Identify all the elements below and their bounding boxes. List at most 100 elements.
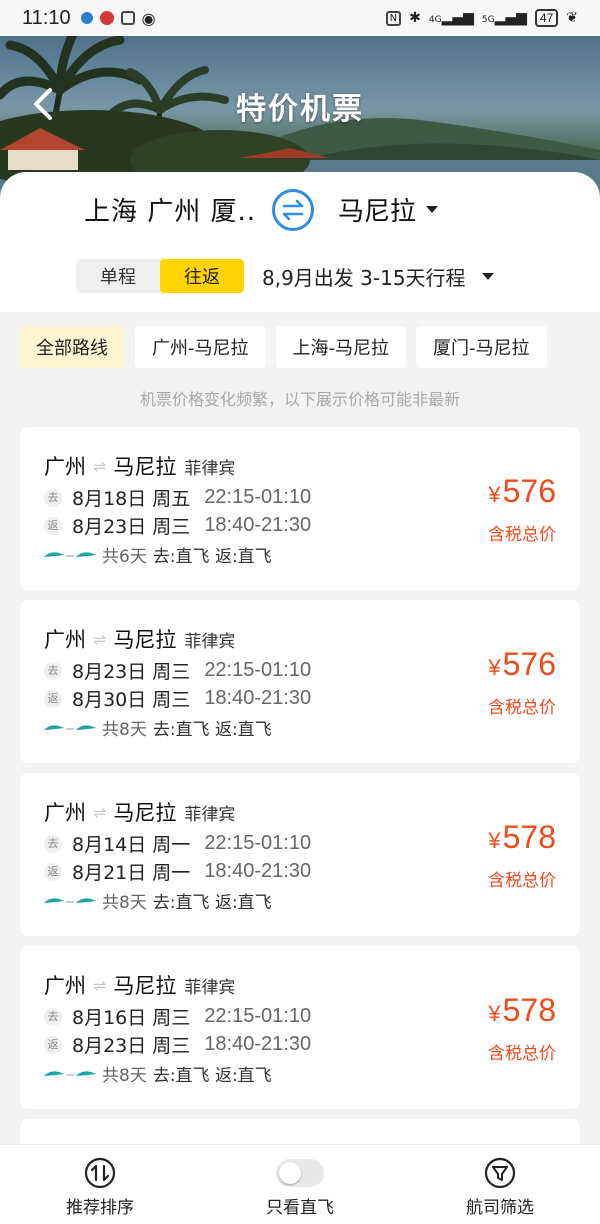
status-time: 11:10 — [22, 6, 71, 29]
signal-4g-icon: 4G▂▄▆ — [428, 10, 474, 26]
price-label: 含税总价 — [488, 525, 556, 545]
leaf-icon: ❦ — [566, 10, 578, 26]
caret-down-icon — [481, 272, 494, 280]
flight-card[interactable]: 广州 ⇌ 马尼拉 菲律宾 去 8月18日 周五 22:15-01:10 返 8月… — [20, 427, 580, 590]
airline-logo-icon — [44, 897, 96, 903]
flight-route: 广州 ⇌ 马尼拉 菲律宾 — [44, 451, 235, 481]
return-tag: 返 — [44, 862, 62, 881]
caret-down-icon — [426, 206, 439, 213]
return-date: 8月30日 周三 — [72, 689, 191, 711]
trip-days: 共8天 — [102, 720, 147, 740]
airline-logo-icon — [44, 551, 96, 557]
swap-button[interactable] — [272, 189, 314, 231]
destination-label: 马尼拉 — [113, 628, 177, 652]
origin-label: 广州 — [44, 628, 86, 652]
chip-shanghai-manila[interactable]: 上海-马尼拉 — [275, 326, 406, 368]
outbound-tag: 去 — [44, 488, 62, 507]
flight-card[interactable]: 广州 ⇌ 马尼拉 菲律宾 去 8月23日 周三 22:15-01:10 返 8月… — [20, 600, 580, 763]
direct-only-label: 只看直飞 — [266, 1198, 334, 1218]
origin-cities[interactable]: 上海 广州 厦.. — [84, 191, 256, 228]
return-time: 18:40-21:30 — [204, 514, 312, 536]
sort-icon — [84, 1157, 116, 1189]
direct-info: 去:直飞 返:直飞 — [152, 547, 272, 567]
page-title: 特价机票 — [236, 92, 364, 127]
notification-app-icon — [80, 12, 93, 24]
status-bar: 11:10 ◉ N ✱ 4G▂▄▆ 5G▂▄▆ 47 ❦ — [0, 0, 600, 36]
chip-all-routes[interactable]: 全部路线 — [19, 326, 125, 368]
bluetooth-icon: ✱ — [409, 10, 421, 26]
country-label: 菲律宾 — [184, 631, 236, 652]
price: ¥576 — [488, 646, 556, 683]
outbound-date: 8月18日 周五 — [72, 488, 191, 510]
trip-days: 共8天 — [102, 1066, 147, 1086]
nfc-icon: N — [385, 10, 402, 26]
outbound-leg: 去 8月18日 周五 22:15-01:10 — [44, 484, 311, 511]
flight-card[interactable]: 广州 ⇌ 马尼拉 菲律宾 去 8月14日 周一 22:15-01:10 返 8月… — [20, 773, 580, 936]
destination-city-label: 马尼拉 — [338, 197, 417, 227]
destination-city[interactable]: 马尼拉 — [338, 191, 439, 228]
battery-icon: 47 — [534, 9, 559, 27]
round-trip-option[interactable]: 往返 — [160, 259, 244, 293]
trip-summary: 共8天 去:直飞 返:直飞 — [42, 888, 272, 913]
outbound-tag: 去 — [44, 661, 62, 680]
return-leg: 返 8月23日 周三 18:40-21:30 — [44, 1031, 311, 1058]
price-label: 含税总价 — [488, 871, 556, 891]
airline-logo-icon — [44, 1070, 96, 1076]
bottom-toolbar: 推荐排序 只看直飞 航司筛选 — [0, 1144, 600, 1224]
departure-range-label: 8,9月出发 3-15天行程 — [262, 265, 466, 290]
flight-card[interactable]: 广州 ⇌ 马尼拉 菲律宾 去 8月16日 周三 22:15-01:10 返 8月… — [20, 946, 580, 1109]
round-trip-arrows-icon: ⇌ — [93, 975, 107, 995]
route-selector-card: 上海 广州 厦.. 马尼拉 单程 往返 8,9月出发 3-15天行程 — [0, 172, 600, 312]
route-filter-chips: 全部路线 广州-马尼拉 上海-马尼拉 厦门-马尼拉 — [19, 326, 547, 368]
chip-guangzhou-manila[interactable]: 广州-马尼拉 — [135, 326, 266, 368]
sort-label: 推荐排序 — [66, 1198, 134, 1218]
departure-range-dropdown[interactable]: 8,9月出发 3-15天行程 — [262, 262, 494, 291]
return-tag: 返 — [44, 1035, 62, 1054]
eye-icon: ◉ — [141, 8, 156, 28]
price-notice: 机票价格变化频繁，以下展示价格可能非最新 — [139, 390, 460, 409]
outbound-leg: 去 8月23日 周三 22:15-01:10 — [44, 657, 311, 684]
return-leg: 返 8月30日 周三 18:40-21:30 — [44, 685, 311, 712]
return-tag: 返 — [44, 689, 62, 708]
airline-logo-icon — [44, 724, 96, 730]
outbound-leg: 去 8月14日 周一 22:15-01:10 — [44, 830, 311, 857]
switch-knob — [279, 1162, 301, 1184]
outbound-tag: 去 — [44, 1007, 62, 1026]
price-value: 578 — [502, 992, 556, 1028]
outbound-time: 22:15-01:10 — [204, 659, 312, 681]
price-value: 576 — [502, 646, 556, 682]
route-cities: 上海 广州 厦.. 马尼拉 — [0, 189, 600, 231]
airline-filter-label: 航司筛选 — [466, 1198, 534, 1218]
direct-only-switch[interactable] — [276, 1159, 324, 1187]
trip-options: 单程 往返 8,9月出发 3-15天行程 — [76, 258, 494, 294]
one-way-option[interactable]: 单程 — [76, 259, 160, 293]
price: ¥578 — [488, 992, 556, 1029]
round-trip-arrows-icon: ⇌ — [93, 802, 107, 822]
trip-type-toggle: 单程 往返 — [76, 259, 244, 293]
direct-info: 去:直飞 返:直飞 — [152, 893, 272, 913]
return-leg: 返 8月21日 周一 18:40-21:30 — [44, 858, 311, 885]
currency-symbol: ¥ — [488, 1001, 501, 1026]
outbound-time: 22:15-01:10 — [204, 832, 312, 854]
direct-only-toggle[interactable]: 只看直飞 — [240, 1157, 360, 1218]
signal-5g-icon: 5G▂▄▆ — [481, 10, 527, 26]
destination-label: 马尼拉 — [113, 974, 177, 998]
airline-filter-button[interactable]: 航司筛选 — [440, 1157, 560, 1218]
origin-label: 广州 — [44, 801, 86, 825]
direct-info: 去:直飞 返:直飞 — [152, 720, 272, 740]
return-date: 8月23日 周三 — [72, 1035, 191, 1057]
origin-label: 广州 — [44, 974, 86, 998]
round-trip-arrows-icon: ⇌ — [93, 456, 107, 476]
trip-summary: 共6天 去:直飞 返:直飞 — [42, 542, 272, 567]
currency-symbol: ¥ — [488, 655, 501, 680]
outbound-time: 22:15-01:10 — [204, 1005, 312, 1027]
trip-days: 共8天 — [102, 893, 147, 913]
price-label: 含税总价 — [488, 698, 556, 718]
destination-label: 马尼拉 — [113, 801, 177, 825]
sort-button[interactable]: 推荐排序 — [40, 1157, 160, 1218]
filter-icon — [484, 1157, 516, 1189]
chip-xiamen-manila[interactable]: 厦门-马尼拉 — [416, 326, 547, 368]
price: ¥576 — [488, 473, 556, 510]
outbound-leg: 去 8月16日 周三 22:15-01:10 — [44, 1003, 311, 1030]
return-date: 8月23日 周三 — [72, 516, 191, 538]
